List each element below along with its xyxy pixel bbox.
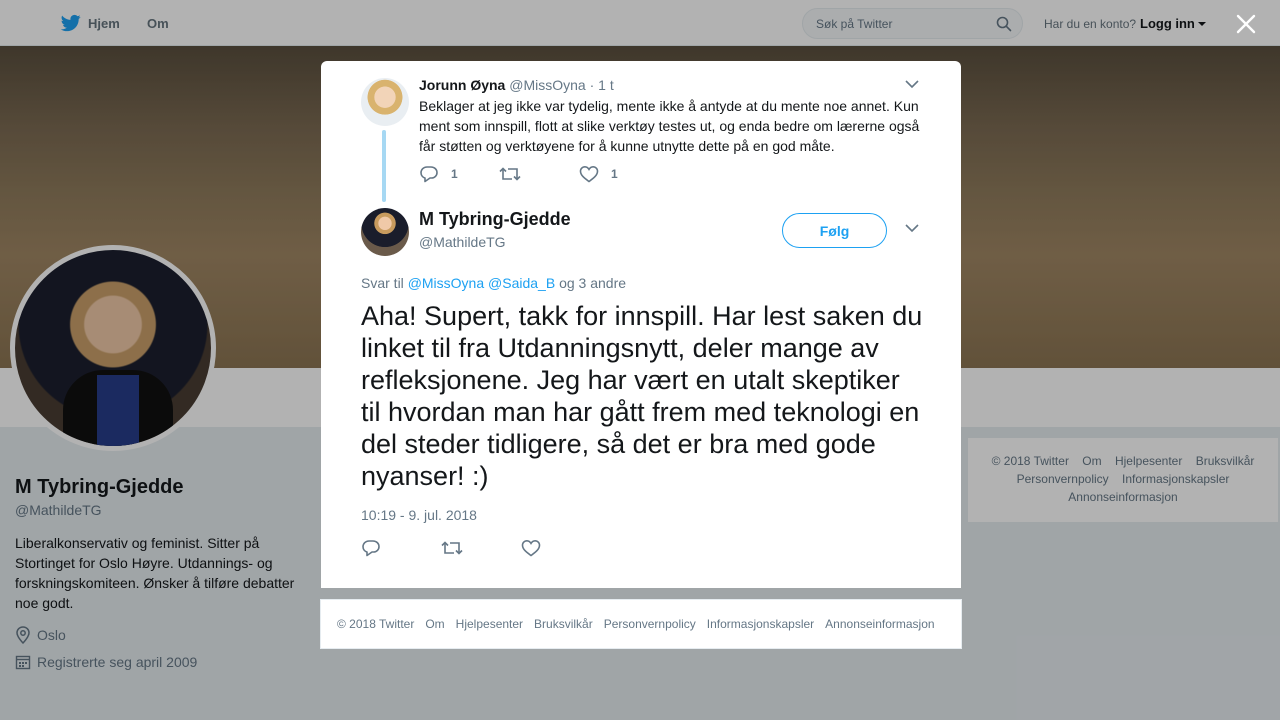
reply-tweet-header: Jorunn Øyna @MissOyna · 1 t	[419, 77, 614, 93]
footer-ads-link[interactable]: Annonseinformasjon	[825, 617, 934, 631]
footer-privacy-link[interactable]: Personvernpolicy	[604, 617, 696, 631]
like-button[interactable]: 1	[579, 165, 618, 183]
reply-button[interactable]	[361, 539, 381, 557]
mention-link[interactable]: @Saida_B	[488, 275, 555, 291]
close-icon[interactable]	[1233, 11, 1259, 37]
reply-tweet-author-handle[interactable]: @MissOyna	[509, 77, 585, 93]
follow-button[interactable]: Følg	[782, 213, 887, 248]
heart-icon	[579, 165, 599, 183]
tweet-modal: Jorunn Øyna @MissOyna · 1 t Beklager at …	[321, 61, 961, 588]
footer-help-link[interactable]: Hjelpesenter	[456, 617, 523, 631]
chevron-down-icon[interactable]	[905, 79, 919, 89]
main-tweet-timestamp[interactable]: 10:19 - 9. jul. 2018	[361, 507, 477, 523]
like-button[interactable]	[521, 539, 541, 557]
reply-icon	[362, 540, 380, 557]
main-tweet-avatar[interactable]	[361, 208, 409, 256]
reply-button[interactable]: 1	[419, 165, 458, 183]
heart-icon	[521, 539, 541, 557]
conversation-thread-line	[382, 130, 386, 202]
replying-to-prefix: Svar til	[361, 275, 404, 291]
main-tweet-text: Aha! Supert, takk for innspill. Har lest…	[361, 301, 923, 491]
footer-terms-link[interactable]: Bruksvilkår	[534, 617, 593, 631]
footer-cookies-link[interactable]: Informasjonskapsler	[707, 617, 814, 631]
modal-footer: © 2018 Twitter Om Hjelpesenter Bruksvilk…	[320, 599, 962, 649]
reply-tweet-author-name[interactable]: Jorunn Øyna	[419, 77, 505, 93]
replying-to: Svar til @MissOyna @Saida_B og 3 andre	[361, 275, 626, 291]
like-count: 1	[611, 167, 618, 181]
chevron-down-icon[interactable]	[905, 223, 919, 233]
footer-copyright: © 2018 Twitter	[337, 617, 415, 631]
retweet-icon	[441, 541, 463, 555]
reply-icon	[420, 166, 438, 183]
main-tweet-author-name[interactable]: M Tybring-Gjedde	[419, 209, 571, 230]
reply-tweet-text: Beklager at jeg ikke var tydelig, mente …	[419, 98, 920, 154]
retweet-button[interactable]	[499, 165, 521, 183]
reply-tweet-avatar[interactable]	[361, 78, 409, 126]
reply-tweet-time[interactable]: · 1 t	[590, 77, 614, 93]
mention-link[interactable]: @MissOyna	[408, 275, 484, 291]
footer-about-link[interactable]: Om	[425, 617, 444, 631]
retweet-button[interactable]	[441, 539, 463, 557]
reply-count: 1	[451, 167, 458, 181]
main-tweet-author-handle[interactable]: @MathildeTG	[419, 234, 506, 250]
retweet-icon	[499, 167, 521, 181]
replying-to-others[interactable]: og 3 andre	[559, 275, 626, 291]
